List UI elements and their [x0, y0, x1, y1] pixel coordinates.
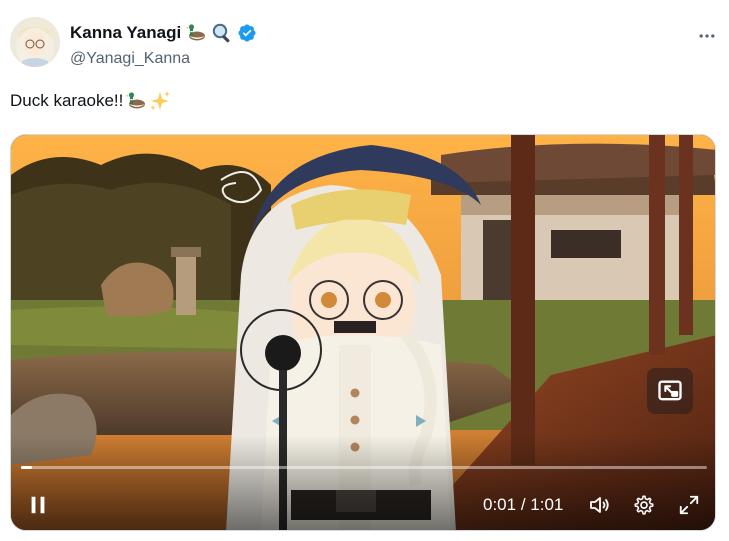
duck-emoji: [185, 22, 207, 44]
magnifier-emoji: [211, 22, 233, 44]
video-player[interactable]: 0:01 / 1:01: [10, 134, 716, 531]
more-horizontal-icon[interactable]: [695, 24, 719, 48]
settings-button[interactable]: [631, 485, 657, 525]
author-handle[interactable]: @Yanagi_Kanna: [70, 50, 190, 68]
display-name[interactable]: Kanna Yanagi: [70, 23, 181, 43]
tweet-text-content: Duck karaoke!!: [10, 91, 124, 110]
picture-in-picture-icon[interactable]: [647, 368, 693, 414]
progress-bar[interactable]: [21, 466, 707, 469]
tweet-text: Duck karaoke!!: [10, 90, 171, 112]
volume-icon: [590, 497, 609, 513]
current-time: 0:01: [483, 495, 517, 514]
volume-button[interactable]: [587, 485, 613, 525]
duration: 1:01: [530, 495, 564, 514]
name-row: Kanna Yanagi: [70, 22, 257, 44]
pause-button[interactable]: [25, 485, 51, 525]
tweet-header: Kanna Yanagi @Yanagi_Kanna: [10, 14, 719, 84]
duck-emoji: [125, 90, 147, 112]
video-frame: [11, 135, 715, 530]
avatar[interactable]: [10, 17, 60, 67]
fullscreen-icon: [679, 495, 699, 515]
fullscreen-button[interactable]: [676, 485, 702, 525]
time-separator: /: [520, 495, 526, 514]
video-controls: 0:01 / 1:01: [11, 485, 715, 525]
progress-fill: [21, 466, 32, 469]
gear-icon: [634, 495, 654, 515]
pause-icon: [31, 496, 45, 514]
time-display: 0:01 / 1:01: [483, 495, 563, 515]
sparkles-emoji: [149, 90, 171, 112]
verified-badge-icon: [237, 23, 257, 43]
